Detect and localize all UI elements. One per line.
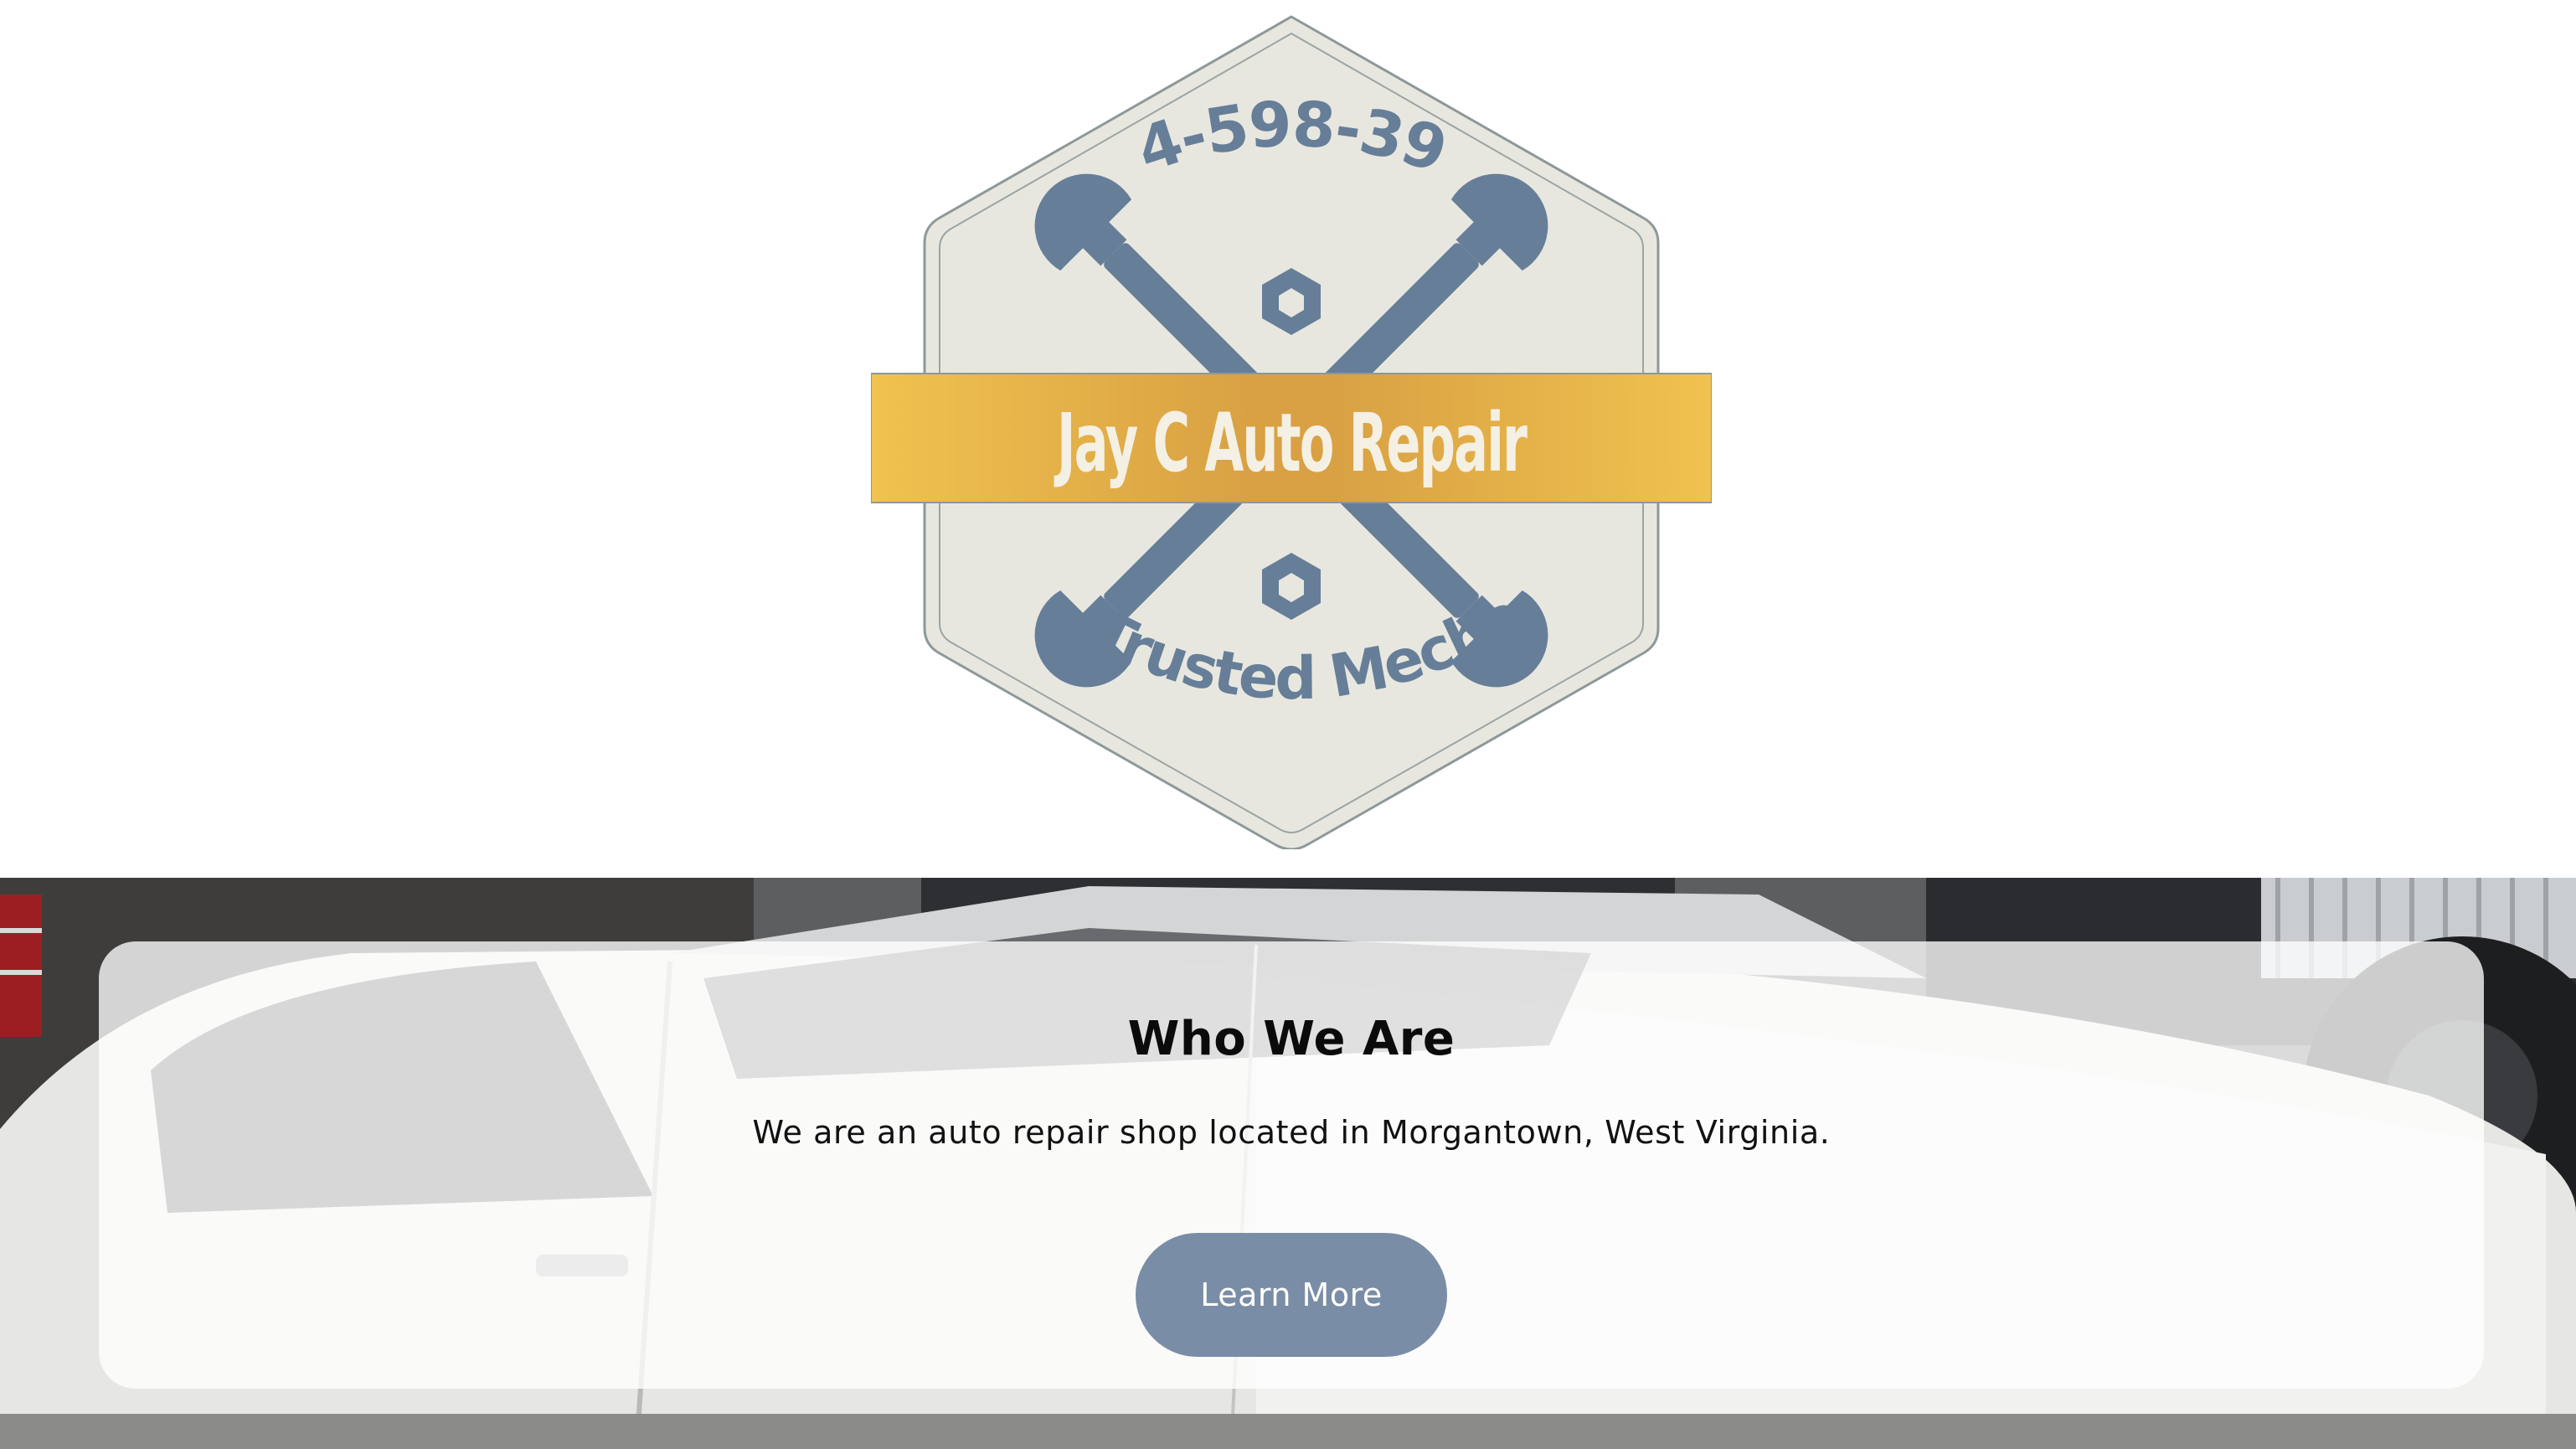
site-header: 304-598-3999 — [0, 0, 2576, 878]
logo-name: Jay C Auto Repair — [1054, 396, 1528, 490]
learn-more-button[interactable]: Learn More — [1136, 1233, 1447, 1357]
logo-badge: 304-598-3999 — [871, 12, 1712, 849]
logo[interactable]: 304-598-3999 — [871, 12, 1712, 849]
section-description: We are an auto repair shop located in Mo… — [752, 1114, 1831, 1151]
who-we-are-card: Who We Are We are an auto repair shop lo… — [99, 941, 2484, 1389]
page: 304-598-3999 — [0, 0, 2576, 1449]
section-title: Who We Are — [1127, 1012, 1455, 1066]
hero-section: Who We Are We are an auto repair shop lo… — [0, 878, 2576, 1449]
